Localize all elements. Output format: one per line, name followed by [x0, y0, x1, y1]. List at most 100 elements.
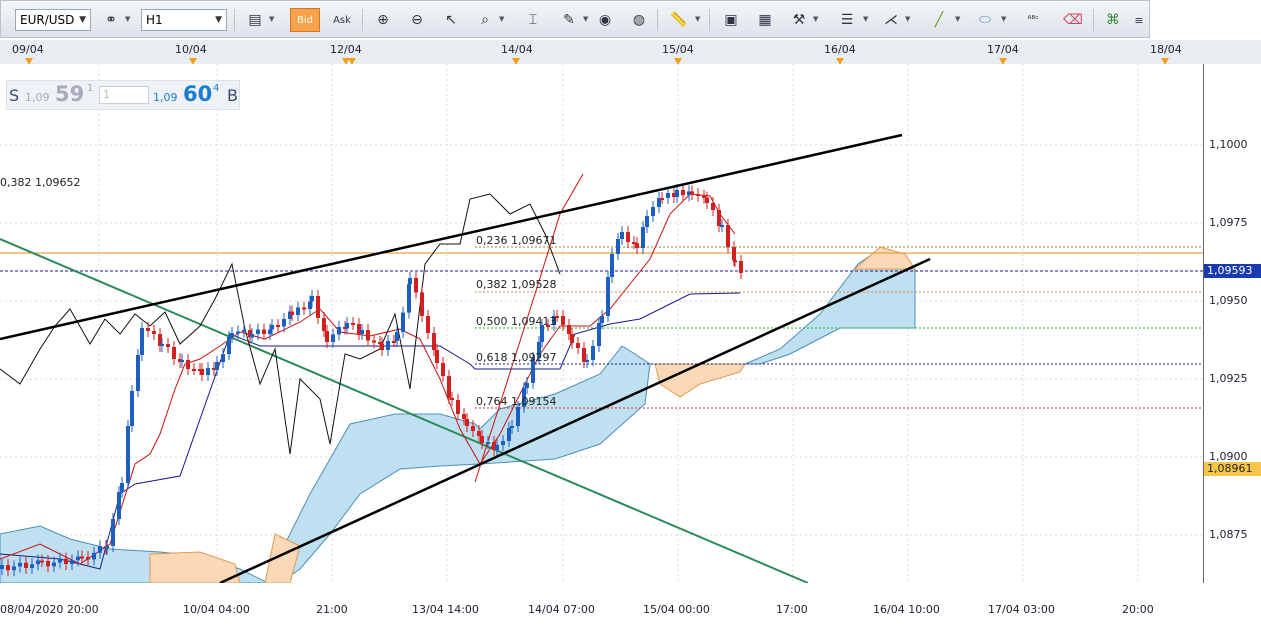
timeframe-select[interactable]: H1 ▼: [141, 9, 227, 31]
ask-label: Ask: [333, 14, 351, 26]
buy-price-prefix: 1,09: [153, 91, 178, 104]
sell-price-big[interactable]: 59: [55, 82, 84, 106]
crosshair-zoom-icon[interactable]: ⌕: [473, 8, 497, 32]
fib-label: 0,764 1,09154: [476, 395, 557, 408]
link-icon[interactable]: ⚭: [99, 8, 123, 32]
indicator-icon[interactable]: ⌶: [521, 8, 545, 32]
candle-body: [98, 546, 102, 553]
candle-body: [591, 346, 595, 360]
candle-body: [308, 301, 312, 309]
candle-body: [215, 362, 219, 370]
date-label: 16/04: [824, 43, 856, 56]
candle-body: [337, 327, 341, 335]
price-tick: 1,0875: [1209, 528, 1248, 541]
candle-body: [610, 254, 614, 277]
candle-body: [733, 260, 737, 263]
time-tick: 17/04 03:00: [988, 603, 1055, 616]
time-tick: 15/04 00:00: [643, 603, 710, 616]
candle-body: [290, 311, 294, 315]
candle-body: [136, 355, 140, 391]
candle-body: [117, 492, 121, 519]
candle-body: [322, 318, 326, 331]
fib-label: 0,236 1,09671: [476, 234, 557, 247]
candle-body: [641, 227, 645, 248]
price-tick: 1,0950: [1209, 294, 1248, 307]
menu-icon[interactable]: ≡: [1131, 8, 1147, 32]
price-chart[interactable]: [0, 64, 1204, 585]
ask-button[interactable]: Ask: [327, 8, 357, 32]
ruler-icon[interactable]: 📏: [667, 8, 691, 32]
candle-body: [30, 564, 34, 568]
candle-body: [0, 565, 4, 569]
candle-body: [516, 407, 520, 426]
zoom-in-icon[interactable]: ⊕: [371, 8, 395, 32]
chevron-down-icon[interactable]: ▼: [1001, 15, 1006, 23]
ellipse-icon[interactable]: ⬭: [973, 8, 997, 32]
candle-body: [270, 325, 274, 330]
fib-label: 0,500 1,09413: [476, 315, 557, 328]
candle-body: [645, 216, 649, 227]
candle-body: [480, 436, 484, 443]
date-label: 15/04: [662, 43, 694, 56]
candle-body: [310, 296, 314, 302]
chart-type-icon[interactable]: ▤: [243, 8, 267, 32]
quantity-input[interactable]: 1: [99, 86, 149, 104]
chevron-down-icon[interactable]: ▼: [125, 15, 130, 23]
candle-body: [739, 261, 743, 273]
bid-button[interactable]: Bid: [290, 8, 320, 32]
chevron-down-icon[interactable]: ▼: [269, 15, 274, 23]
candle-body: [567, 325, 571, 334]
symbol-value: EUR/USD: [20, 13, 75, 27]
chevron-down-icon[interactable]: ▼: [813, 15, 818, 23]
chevron-down-icon[interactable]: ▼: [905, 15, 910, 23]
chevron-down-icon: ▼: [79, 15, 86, 25]
lines-icon[interactable]: ☰: [835, 8, 859, 32]
edit-icon[interactable]: ✎: [557, 8, 581, 32]
candle-body: [146, 328, 150, 331]
tree-icon[interactable]: ⌘: [1101, 8, 1125, 32]
upper-channel-line[interactable]: [0, 133, 903, 341]
symbol-select[interactable]: EUR/USD ▼: [15, 9, 91, 31]
template-icon[interactable]: ▦: [753, 8, 777, 32]
candle-body: [585, 360, 589, 362]
chevron-down-icon[interactable]: ▼: [499, 15, 504, 23]
candle-body: [186, 360, 190, 369]
time-axis[interactable]: 08/04/2020 20:00 10/04 04:00 21:00 13/04…: [0, 597, 1261, 625]
buy-price-big[interactable]: 60: [183, 82, 212, 106]
candle-body: [408, 278, 412, 285]
candle-body: [510, 426, 514, 428]
candle-body: [70, 560, 74, 564]
toolbar-divider: [709, 9, 710, 31]
chart-canvas[interactable]: [0, 64, 1203, 585]
lower-channel-line[interactable]: [219, 257, 931, 585]
eye-icon[interactable]: ◉: [593, 8, 617, 32]
candle-body: [471, 426, 475, 431]
text-icon[interactable]: ᴬᴮᶜ: [1021, 8, 1045, 32]
candle-body: [250, 334, 254, 338]
trendline-icon[interactable]: ╱: [927, 8, 951, 32]
cursor-icon[interactable]: ↖: [439, 8, 463, 32]
zoom-out-icon[interactable]: ⊖: [405, 8, 429, 32]
eraser-icon[interactable]: ⌫: [1061, 8, 1085, 32]
fan-icon[interactable]: ⋌: [879, 8, 903, 32]
candle-body: [395, 332, 399, 341]
candle-body: [486, 442, 490, 444]
candle-body: [606, 277, 610, 316]
tools-icon[interactable]: ⚒: [787, 8, 811, 32]
candle-body: [420, 292, 424, 316]
chevron-down-icon[interactable]: ▼: [863, 15, 868, 23]
candle-body: [92, 552, 96, 560]
chevron-down-icon[interactable]: ▼: [583, 15, 588, 23]
candle-body: [221, 354, 225, 362]
candle-body: [64, 558, 68, 564]
globe-icon[interactable]: ◍: [627, 8, 651, 32]
price-axis[interactable]: 1,1000 1,0975 1,0950 1,0925 1,0900 1,087…: [1204, 64, 1261, 583]
chevron-down-icon[interactable]: ▼: [955, 15, 960, 23]
toolbar-divider: [362, 9, 363, 31]
chevron-down-icon[interactable]: ▼: [695, 15, 700, 23]
time-tick: 13/04 14:00: [412, 603, 479, 616]
candle-body: [268, 329, 272, 334]
downtrend-line[interactable]: [0, 238, 809, 584]
image-icon[interactable]: ▣: [719, 8, 743, 32]
candle-body: [570, 334, 574, 343]
